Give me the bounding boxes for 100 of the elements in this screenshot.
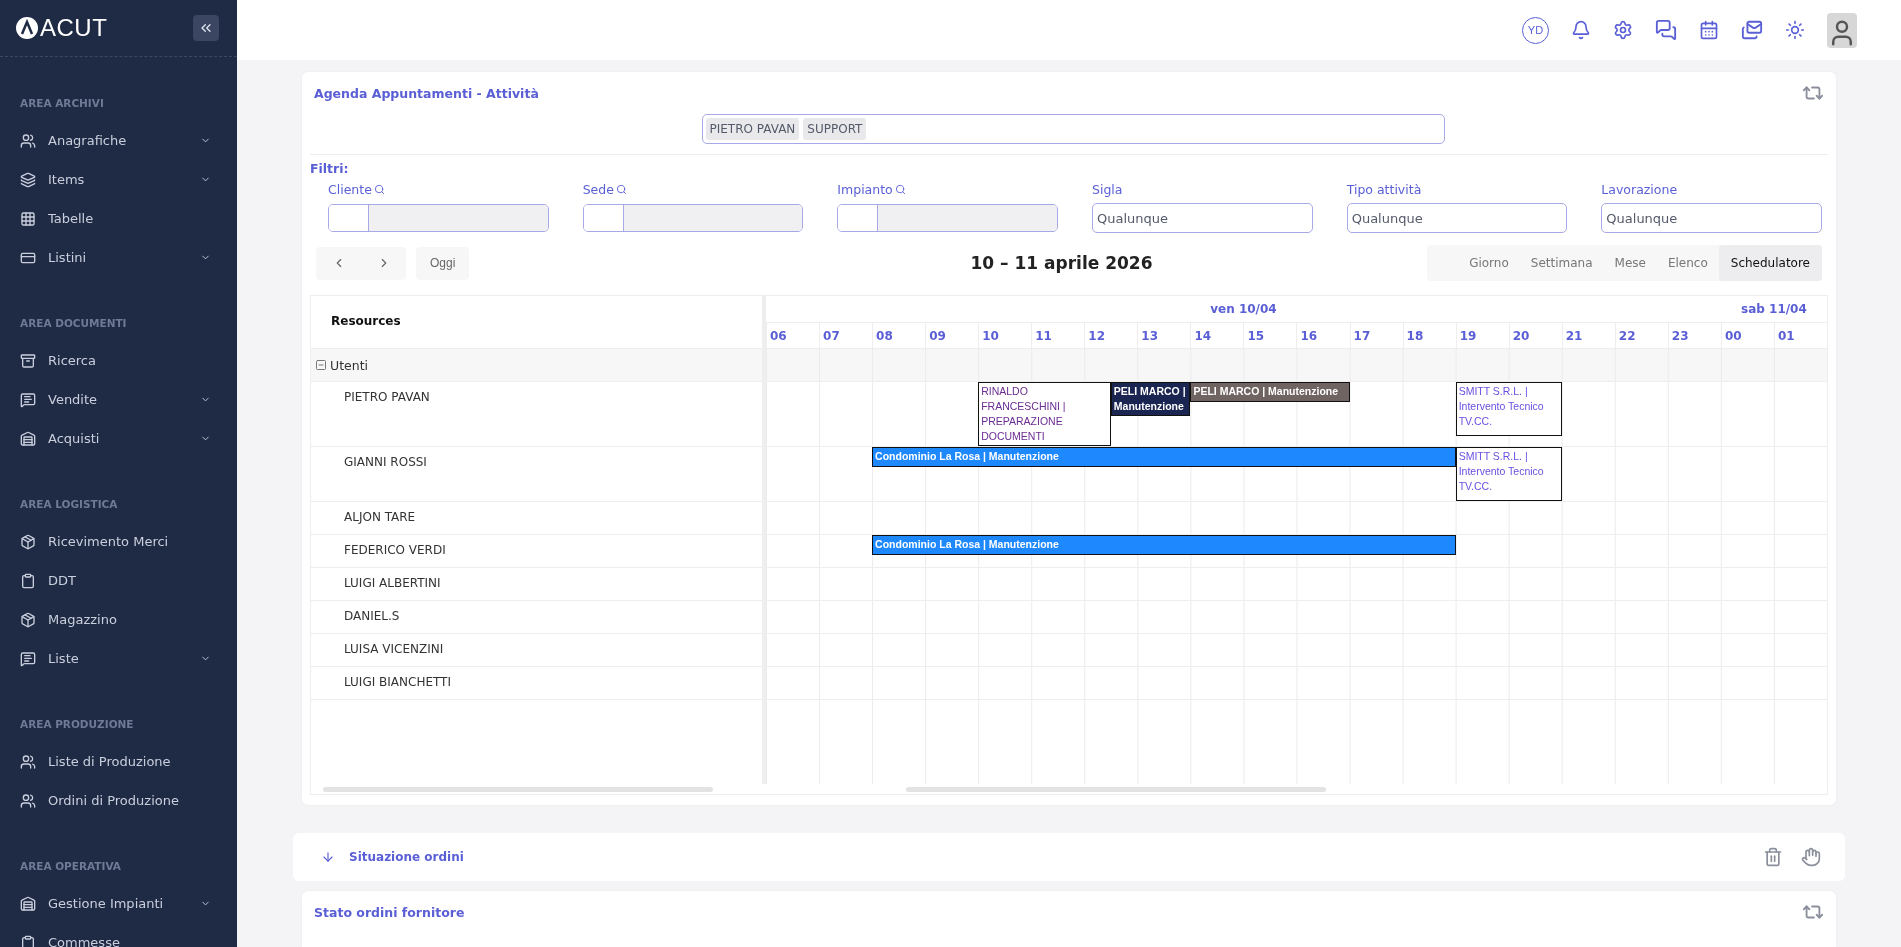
sidebar-item[interactable]: Gestione Impianti — [0, 884, 237, 923]
mail-button[interactable] — [1741, 19, 1763, 41]
sidebar-item[interactable]: Liste — [0, 639, 237, 678]
search-icon[interactable] — [373, 183, 385, 195]
sidebar-item[interactable]: Ricerca — [0, 341, 237, 380]
search-icon[interactable] — [894, 183, 906, 195]
hour-label: 18 — [1402, 323, 1456, 348]
sidebar-item[interactable]: Listini — [0, 238, 237, 277]
hour-label: 12 — [1084, 323, 1138, 348]
view-tab[interactable]: Settimana — [1519, 245, 1604, 281]
event-block[interactable]: RINALDO FRANCESCHINI | PREPARAZIONE DOCUMENTI — [978, 382, 1111, 446]
chat-icon — [20, 391, 36, 408]
chat-icon — [20, 650, 36, 667]
view-tab[interactable]: Mese — [1603, 245, 1657, 281]
people-icon — [20, 792, 36, 809]
people-icon — [20, 753, 36, 770]
collapse-icon[interactable] — [315, 359, 327, 371]
clipboard-icon — [20, 572, 36, 589]
hour-label: 17 — [1349, 323, 1403, 348]
arrow-down-icon[interactable] — [321, 850, 335, 864]
sidebar-item[interactable]: Commesse — [0, 923, 237, 947]
warehouse-icon — [20, 430, 36, 447]
sidebar-item[interactable]: Vendite — [0, 380, 237, 419]
layers-icon — [20, 171, 36, 188]
warehouse-icon — [20, 895, 36, 912]
section-title: AREA OPERATIVA — [19, 859, 122, 874]
filter-label: Sigla — [1092, 181, 1123, 197]
hour-label: 14 — [1190, 323, 1244, 348]
collapse-sidebar-button[interactable] — [193, 15, 219, 41]
resource-name: LUISA VICENZINI — [343, 641, 444, 658]
select-field[interactable]: Qualunque — [1601, 203, 1822, 233]
resource-name: LUIGI ALBERTINI — [343, 575, 441, 592]
resource-name: ALJON TARE — [343, 509, 416, 526]
date-range-title: 10 – 11 aprile 2026 — [970, 253, 1153, 273]
lookup-field[interactable] — [582, 204, 804, 232]
hour-label: 23 — [1667, 323, 1721, 348]
hour-label: 20 — [1508, 323, 1562, 348]
hand-button[interactable] — [1801, 847, 1821, 867]
lookup-field[interactable] — [328, 204, 549, 232]
hour-label: 10 — [978, 323, 1032, 348]
select-field[interactable]: Qualunque — [1346, 203, 1568, 233]
hour-label: 19 — [1455, 323, 1509, 348]
notifications-button[interactable] — [1571, 20, 1591, 40]
card-title: Agenda Appuntamenti - Attività — [314, 85, 539, 101]
sidebar-item[interactable]: Magazzino — [0, 600, 237, 639]
section-title: AREA PRODUZIONE — [19, 717, 135, 732]
theme-button[interactable] — [1785, 20, 1805, 40]
hour-label: 06 — [766, 323, 820, 348]
settings-button[interactable] — [1613, 20, 1633, 40]
hour-label: 01 — [1773, 323, 1827, 348]
resource-tag[interactable]: PIETRO PAVAN — [705, 118, 800, 140]
sidebar-item[interactable]: Acquisti — [0, 419, 237, 458]
lookup-field[interactable] — [837, 204, 1058, 232]
hour-label: 00 — [1720, 323, 1774, 348]
event-block[interactable]: PELI MARCO | Manutenzione — [1110, 382, 1191, 416]
hour-label: 21 — [1561, 323, 1615, 348]
panel-title: Situazione ordini — [349, 850, 464, 864]
select-field[interactable]: Qualunque — [1092, 203, 1313, 233]
filter-label: Cliente — [328, 181, 372, 197]
event-block[interactable]: SMITT S.R.L. | Intervento Tecnico TV.CC. — [1455, 382, 1562, 436]
resource-name: PIETRO PAVAN — [343, 389, 430, 406]
logo-icon — [16, 17, 38, 39]
scrollbar[interactable] — [906, 786, 1326, 792]
view-tab[interactable]: Schedulatore — [1718, 245, 1822, 281]
sidebar-item[interactable]: DDT — [0, 561, 237, 600]
hour-label: 15 — [1243, 323, 1297, 348]
hour-label: 11 — [1031, 323, 1085, 348]
section-title: AREA LOGISTICA — [19, 497, 119, 512]
hour-label: 08 — [872, 323, 926, 348]
resource-name: GIANNI ROSSI — [343, 454, 427, 471]
avatar[interactable] — [1827, 12, 1857, 48]
messages-button[interactable] — [1655, 19, 1677, 41]
group-label: Utenti — [330, 357, 369, 373]
view-tab[interactable]: Giorno — [1458, 245, 1520, 281]
user-initials-button[interactable]: YD — [1522, 16, 1549, 44]
resource-tag-field[interactable]: PIETRO PAVAN SUPPORT — [701, 114, 1445, 144]
card-title: Stato ordini fornitore — [314, 904, 465, 920]
section-title: AREA DOCUMENTI — [19, 316, 128, 331]
scrollbar[interactable] — [323, 786, 713, 792]
view-tab[interactable]: Elenco — [1656, 245, 1719, 281]
hour-label: 13 — [1137, 323, 1191, 348]
calendar-button[interactable] — [1699, 20, 1719, 40]
sidebar-item[interactable]: Ricevimento Merci — [0, 522, 237, 561]
sidebar-item[interactable]: Anagrafiche — [0, 121, 237, 160]
search-icon[interactable] — [615, 183, 627, 195]
clipboard-icon — [20, 934, 36, 947]
today-button[interactable]: Oggi — [416, 246, 470, 280]
sidebar-item[interactable]: Liste di Produzione — [0, 742, 237, 781]
sidebar-item[interactable]: Ordini di Produzione — [0, 781, 237, 820]
box-icon — [20, 611, 36, 628]
resource-tag[interactable]: SUPPORT — [803, 118, 867, 140]
sidebar-item[interactable]: Tabelle — [0, 199, 237, 238]
filter-label: Lavorazione — [1601, 181, 1678, 197]
delete-button[interactable] — [1763, 847, 1783, 867]
event-block[interactable]: SMITT S.R.L. | Intervento Tecnico TV.CC. — [1455, 447, 1562, 501]
event-block[interactable]: PELI MARCO | Manutenzione — [1190, 382, 1350, 402]
hour-label: 16 — [1296, 323, 1350, 348]
day-label: ven 10/04 — [1209, 302, 1278, 316]
sidebar-item[interactable]: Items — [0, 160, 237, 199]
resource-name: LUIGI BIANCHETTI — [343, 674, 451, 691]
